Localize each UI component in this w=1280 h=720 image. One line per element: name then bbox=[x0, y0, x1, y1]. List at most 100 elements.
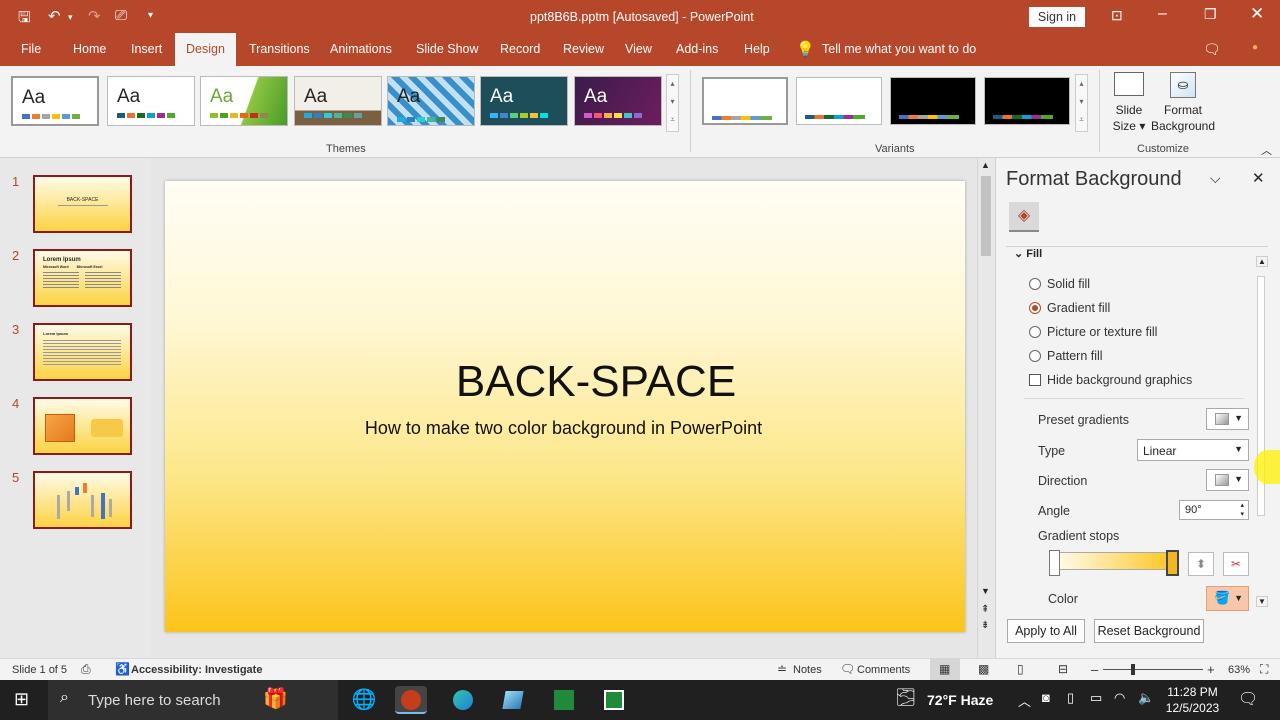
taskbar-search-box[interactable]: ⌕ Type here to search 🎁 bbox=[48, 680, 338, 720]
slide-sorter-icon[interactable]: ▩ bbox=[978, 662, 989, 676]
minimize-icon[interactable]: – bbox=[1158, 5, 1167, 23]
camtasia-recorder-icon[interactable] bbox=[598, 686, 630, 714]
scroll-up-icon[interactable]: ▲ bbox=[981, 160, 990, 170]
close-icon[interactable]: ✕ bbox=[1250, 4, 1264, 24]
theme-vapor[interactable]: Aa bbox=[574, 76, 662, 126]
variant-4[interactable] bbox=[984, 77, 1070, 125]
comments-status-icon[interactable]: 🗨 bbox=[840, 662, 855, 676]
slide-thumbnail-1[interactable]: BACK-SPACE bbox=[33, 175, 132, 233]
tab-help[interactable]: Help bbox=[744, 42, 770, 56]
tell-me-search[interactable]: Tell me what you want to do bbox=[822, 42, 976, 56]
weather-icon[interactable]: 🌫 bbox=[895, 688, 917, 708]
spellcheck-icon[interactable]: ⎙ bbox=[81, 662, 91, 677]
zoom-out-icon[interactable]: – bbox=[1091, 662, 1098, 677]
tray-app-icon[interactable]: ◙ bbox=[1042, 690, 1050, 705]
present-icon[interactable]: ⎚ bbox=[115, 7, 127, 24]
slide-scrollbar[interactable]: ▲ ▼ ⇞ ⇟ bbox=[977, 158, 994, 658]
slide-thumbnail-2[interactable]: Lorem Ipsum Microsoft Word Microsoft Exce… bbox=[33, 249, 132, 307]
add-stop-icon[interactable]: ⬍ bbox=[1188, 552, 1214, 576]
powerpoint-taskbar-icon[interactable] bbox=[395, 686, 427, 714]
gradient-fill-label[interactable]: Gradient fill bbox=[1047, 301, 1110, 315]
notes-button[interactable]: Notes bbox=[793, 664, 822, 676]
pattern-fill-label[interactable]: Pattern fill bbox=[1047, 349, 1103, 363]
tray-device-icon[interactable]: ▯ bbox=[1067, 690, 1074, 706]
hide-bg-checkbox[interactable] bbox=[1029, 374, 1041, 386]
pattern-fill-radio[interactable] bbox=[1029, 350, 1041, 362]
undo-dropdown-icon[interactable]: ▾ bbox=[68, 12, 73, 23]
wifi-icon[interactable]: ◠ bbox=[1114, 690, 1125, 706]
tab-review[interactable]: Review bbox=[563, 42, 604, 56]
apply-to-all-button[interactable]: Apply to All bbox=[1007, 619, 1085, 643]
solid-fill-label[interactable]: Solid fill bbox=[1047, 277, 1090, 291]
sign-in-button[interactable]: Sign in bbox=[1029, 7, 1085, 27]
picture-fill-label[interactable]: Picture or texture fill bbox=[1047, 325, 1157, 339]
themes-scroll[interactable]: ▴ ▾ ⩡ bbox=[666, 74, 679, 132]
preset-gradients-dropdown[interactable]: ▼ bbox=[1206, 408, 1249, 430]
edge-icon[interactable] bbox=[447, 686, 479, 714]
fit-to-window-icon[interactable]: ⛶ bbox=[1260, 662, 1268, 677]
slideshow-icon[interactable]: ⊟ bbox=[1058, 662, 1068, 676]
color-picker-button[interactable]: 🪣 ▼ bbox=[1206, 586, 1249, 611]
volume-icon[interactable]: 🔈 bbox=[1138, 690, 1154, 706]
app-icon[interactable] bbox=[497, 686, 529, 714]
gradient-stop-1[interactable] bbox=[1049, 550, 1060, 576]
notes-icon[interactable]: ≐ bbox=[777, 662, 787, 676]
reset-background-button[interactable]: Reset Background bbox=[1094, 619, 1204, 643]
remove-stop-icon[interactable]: ✂ bbox=[1223, 552, 1249, 576]
slide-subtitle[interactable]: How to make two color background in Powe… bbox=[165, 418, 965, 439]
customize-qat-icon[interactable]: ▾ bbox=[148, 10, 153, 21]
format-background-button[interactable]: ⛀ Format Background bbox=[1150, 72, 1216, 142]
zoom-handle[interactable] bbox=[1131, 664, 1135, 675]
next-slide-icon[interactable]: ⇟ bbox=[981, 620, 989, 631]
theme-integral[interactable]: Aa bbox=[294, 76, 382, 126]
hide-bg-label[interactable]: Hide background graphics bbox=[1047, 373, 1192, 387]
save-icon[interactable]: 🖫 bbox=[18, 7, 31, 32]
zoom-in-icon[interactable]: + bbox=[1207, 662, 1215, 677]
pane-close-icon[interactable]: ✕ bbox=[1252, 169, 1265, 187]
ribbon-display-icon[interactable]: ⊡ bbox=[1111, 7, 1123, 24]
type-dropdown[interactable]: Linear ▼ bbox=[1137, 439, 1249, 461]
theme-office[interactable]: Aa bbox=[11, 76, 99, 126]
gradient-stops-bar[interactable] bbox=[1051, 552, 1178, 570]
restore-icon[interactable]: ❐ bbox=[1204, 6, 1217, 23]
solid-fill-radio[interactable] bbox=[1029, 278, 1041, 290]
variant-2[interactable] bbox=[796, 77, 882, 125]
fill-tab-icon[interactable]: ◈ bbox=[1009, 202, 1039, 232]
tab-add-ins[interactable]: Add-ins bbox=[676, 42, 718, 56]
scroll-down-icon[interactable]: ▼ bbox=[981, 586, 990, 596]
tab-view[interactable]: View bbox=[625, 42, 652, 56]
gift-widget-icon[interactable]: 🎁 bbox=[263, 686, 288, 711]
accessibility-status[interactable]: Accessibility: Investigate bbox=[131, 664, 262, 676]
slide-thumbnail-5[interactable] bbox=[33, 471, 132, 529]
picture-fill-radio[interactable] bbox=[1029, 326, 1041, 338]
tab-animations[interactable]: Animations bbox=[330, 42, 392, 56]
battery-icon[interactable]: ▭ bbox=[1090, 690, 1102, 706]
tab-transitions[interactable]: Transitions bbox=[249, 42, 310, 56]
direction-dropdown[interactable]: ▼ bbox=[1206, 469, 1249, 491]
tab-design[interactable]: Design bbox=[175, 33, 236, 66]
taskbar-clock[interactable]: 11:28 PM 12/5/2023 bbox=[1160, 684, 1225, 716]
slide-thumbnail-4[interactable] bbox=[33, 397, 132, 455]
gradient-stop-2[interactable] bbox=[1166, 550, 1179, 576]
pane-scroll-up-icon[interactable]: ▲ bbox=[1256, 256, 1268, 267]
undo-icon[interactable]: ↶ bbox=[48, 7, 61, 25]
slide-title[interactable]: BACK-SPACE bbox=[165, 357, 1027, 407]
collapse-ribbon-icon[interactable]: ︿ bbox=[1261, 142, 1272, 158]
variant-3[interactable] bbox=[890, 77, 976, 125]
pane-options-icon[interactable]: ⌵ bbox=[1210, 170, 1221, 187]
tab-home[interactable]: Home bbox=[73, 42, 106, 56]
pane-scroll-down-icon[interactable]: ▼ bbox=[1256, 596, 1268, 607]
tab-file[interactable]: File bbox=[21, 42, 41, 56]
theme-office-2[interactable]: Aa bbox=[107, 76, 195, 126]
slide-canvas[interactable]: BACK-SPACE How to make two color backgro… bbox=[165, 181, 965, 632]
normal-view-icon[interactable]: ▦ bbox=[930, 659, 960, 680]
pane-scrollbar[interactable]: ▲ ▼ bbox=[1253, 252, 1269, 612]
slide-thumbnail-3[interactable]: Lorem Ipsum bbox=[33, 323, 132, 381]
variants-scroll[interactable]: ▴ ▾ ⩡ bbox=[1075, 74, 1088, 132]
windows-start-icon[interactable]: ⊞ bbox=[14, 689, 29, 710]
zoom-slider[interactable] bbox=[1103, 669, 1203, 670]
theme-facet[interactable]: Aa bbox=[200, 76, 288, 126]
tab-insert[interactable]: Insert bbox=[131, 42, 162, 56]
zoom-level[interactable]: 63% bbox=[1228, 664, 1250, 676]
tray-chevron-icon[interactable]: ︿ bbox=[1018, 691, 1031, 710]
